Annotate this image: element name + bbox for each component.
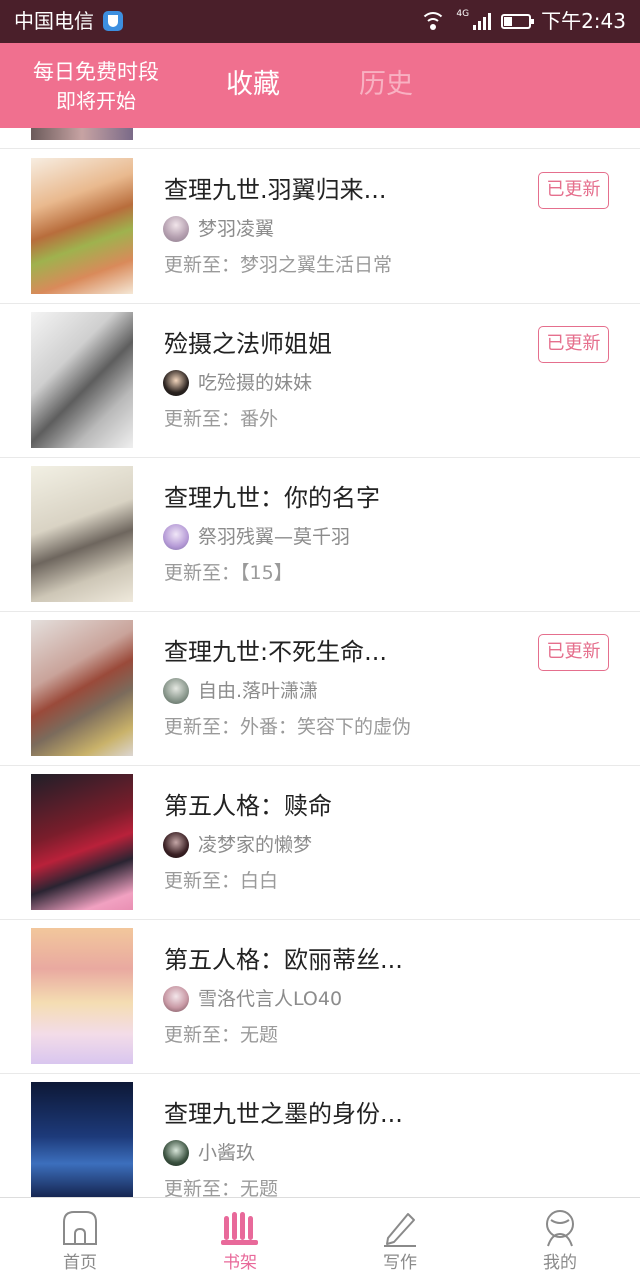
update-info: 更新至：无题: [164, 1174, 278, 1197]
update-chapter: 无题: [240, 1178, 279, 1197]
security-shield-icon: [103, 11, 123, 31]
author-avatar: [163, 216, 189, 242]
update-chapter: 番外: [240, 408, 279, 430]
list-item[interactable]: 第五人格：欧丽蒂丝... 雪洛代言人LO40 更新至：无题: [0, 920, 640, 1074]
update-info: 更新至：白白: [164, 866, 278, 896]
update-info: 更新至：梦羽之翼生活日常: [164, 250, 392, 280]
book-cover: [31, 1082, 133, 1197]
author-name: 自由.落叶潇潇: [198, 680, 319, 702]
book-title: 查理九世之墨的身份...: [164, 1100, 403, 1128]
author-name: 小酱玖: [198, 1142, 256, 1164]
author-avatar: [163, 678, 189, 704]
list-item[interactable]: 查理九世之墨的身份... 小酱玖 更新至：无题: [0, 1074, 640, 1197]
book-title: 查理九世:不死生命...: [164, 638, 387, 666]
nav-profile[interactable]: 我的: [480, 1198, 640, 1280]
update-label: 更新至：: [164, 562, 241, 584]
profile-icon: [546, 1210, 574, 1247]
book-title: 查理九世.羽翼归来...: [164, 176, 387, 204]
signal-icon: [473, 12, 492, 30]
author-avatar: [163, 832, 189, 858]
book-cover: [31, 928, 133, 1064]
update-chapter: 无题: [240, 1024, 279, 1046]
update-info: 更新至：无题: [164, 1020, 278, 1050]
nav-profile-label: 我的: [543, 1253, 577, 1273]
tab-favorites[interactable]: 收藏: [226, 65, 280, 105]
author-avatar: [163, 986, 189, 1012]
nav-write-label: 写作: [383, 1253, 417, 1273]
battery-icon: [501, 13, 535, 29]
update-label: 更新至：: [164, 1024, 241, 1046]
update-label: 更新至：: [164, 716, 241, 738]
book-cover: [31, 620, 133, 756]
book-title: 第五人格：欧丽蒂丝...: [164, 946, 403, 974]
status-time: 下午2:43: [541, 9, 626, 33]
author-avatar: [163, 1140, 189, 1166]
author-name: 吃殓摄的妹妹: [198, 372, 313, 394]
home-icon: [63, 1211, 97, 1245]
tab-history[interactable]: 历史: [359, 65, 413, 105]
list-item[interactable]: 第五人格：赎命 凌梦家的懒梦 更新至：白白: [0, 766, 640, 920]
network-type: 4G: [456, 9, 470, 19]
author-name: 梦羽凌翼: [198, 218, 275, 240]
update-info: 更新至：外番：笑容下的虚伪: [164, 712, 411, 742]
free-slot-notice[interactable]: 每日免费时段 即将开始: [18, 57, 174, 115]
update-chapter: 外番：笑容下的虚伪: [240, 716, 412, 738]
header-bar: 每日免费时段 即将开始 收藏 历史: [0, 43, 640, 128]
author-name: 雪洛代言人LO40: [198, 988, 343, 1010]
update-info: 更新至：番外: [164, 404, 278, 434]
list-item[interactable]: 查理九世：你的名字 祭羽残翼—莫千羽 更新至：【15】: [0, 458, 640, 612]
author-name: 祭羽残翼—莫千羽: [198, 526, 351, 548]
update-label: 更新至：: [164, 870, 241, 892]
book-cover: [31, 774, 133, 910]
bookshelf-icon: [221, 1212, 258, 1245]
updated-badge: 已更新: [538, 634, 609, 671]
book-title: 第五人格：赎命: [164, 792, 332, 820]
update-label: 更新至：: [164, 408, 241, 430]
book-title: 殓摄之法师姐姐: [164, 330, 332, 358]
bookshelf-list[interactable]: 查理九世.羽翼归来... 梦羽凌翼 更新至：梦羽之翼生活日常 已更新 殓摄之法师…: [0, 128, 640, 1197]
book-title: 查理九世：你的名字: [164, 484, 380, 512]
wifi-icon: [420, 12, 447, 30]
nav-home-label: 首页: [63, 1253, 97, 1273]
update-label: 更新至：: [164, 254, 241, 276]
carrier-name: 中国电信: [14, 9, 94, 33]
list-item[interactable]: 殓摄之法师姐姐 吃殓摄的妹妹 更新至：番外 已更新: [0, 304, 640, 458]
nav-home[interactable]: 首页: [0, 1198, 160, 1280]
list-item[interactable]: 查理九世:不死生命... 自由.落叶潇潇 更新至：外番：笑容下的虚伪 已更新: [0, 612, 640, 766]
nav-bookshelf[interactable]: 书架: [160, 1198, 320, 1280]
updated-badge: 已更新: [538, 326, 609, 363]
update-chapter: 梦羽之翼生活日常: [240, 254, 393, 276]
author-avatar: [163, 524, 189, 550]
update-info: 更新至：【15】: [164, 558, 293, 588]
status-indicators: 4G 下午2:43: [420, 8, 626, 34]
book-cover: [31, 158, 133, 294]
free-slot-title: 每日免费时段: [33, 60, 159, 84]
update-chapter: 【15】: [240, 562, 293, 584]
list-item-partial[interactable]: [0, 128, 640, 149]
updated-badge: 已更新: [538, 172, 609, 209]
author-avatar: [163, 370, 189, 396]
pencil-icon: [384, 1213, 416, 1247]
nav-bookshelf-label: 书架: [223, 1253, 257, 1273]
free-slot-subtitle: 即将开始: [56, 89, 136, 113]
author-name: 凌梦家的懒梦: [198, 834, 313, 856]
status-bar: 中国电信 4G 下午2:43: [0, 0, 640, 43]
book-cover: [31, 466, 133, 602]
update-label: 更新至：: [164, 1178, 241, 1197]
list-item[interactable]: 查理九世.羽翼归来... 梦羽凌翼 更新至：梦羽之翼生活日常 已更新: [0, 150, 640, 304]
update-chapter: 白白: [240, 870, 279, 892]
nav-write[interactable]: 写作: [320, 1198, 480, 1280]
bottom-navigation: 首页 书架 写作 我的: [0, 1197, 640, 1280]
book-cover: [31, 312, 133, 448]
book-cover: [31, 128, 133, 140]
